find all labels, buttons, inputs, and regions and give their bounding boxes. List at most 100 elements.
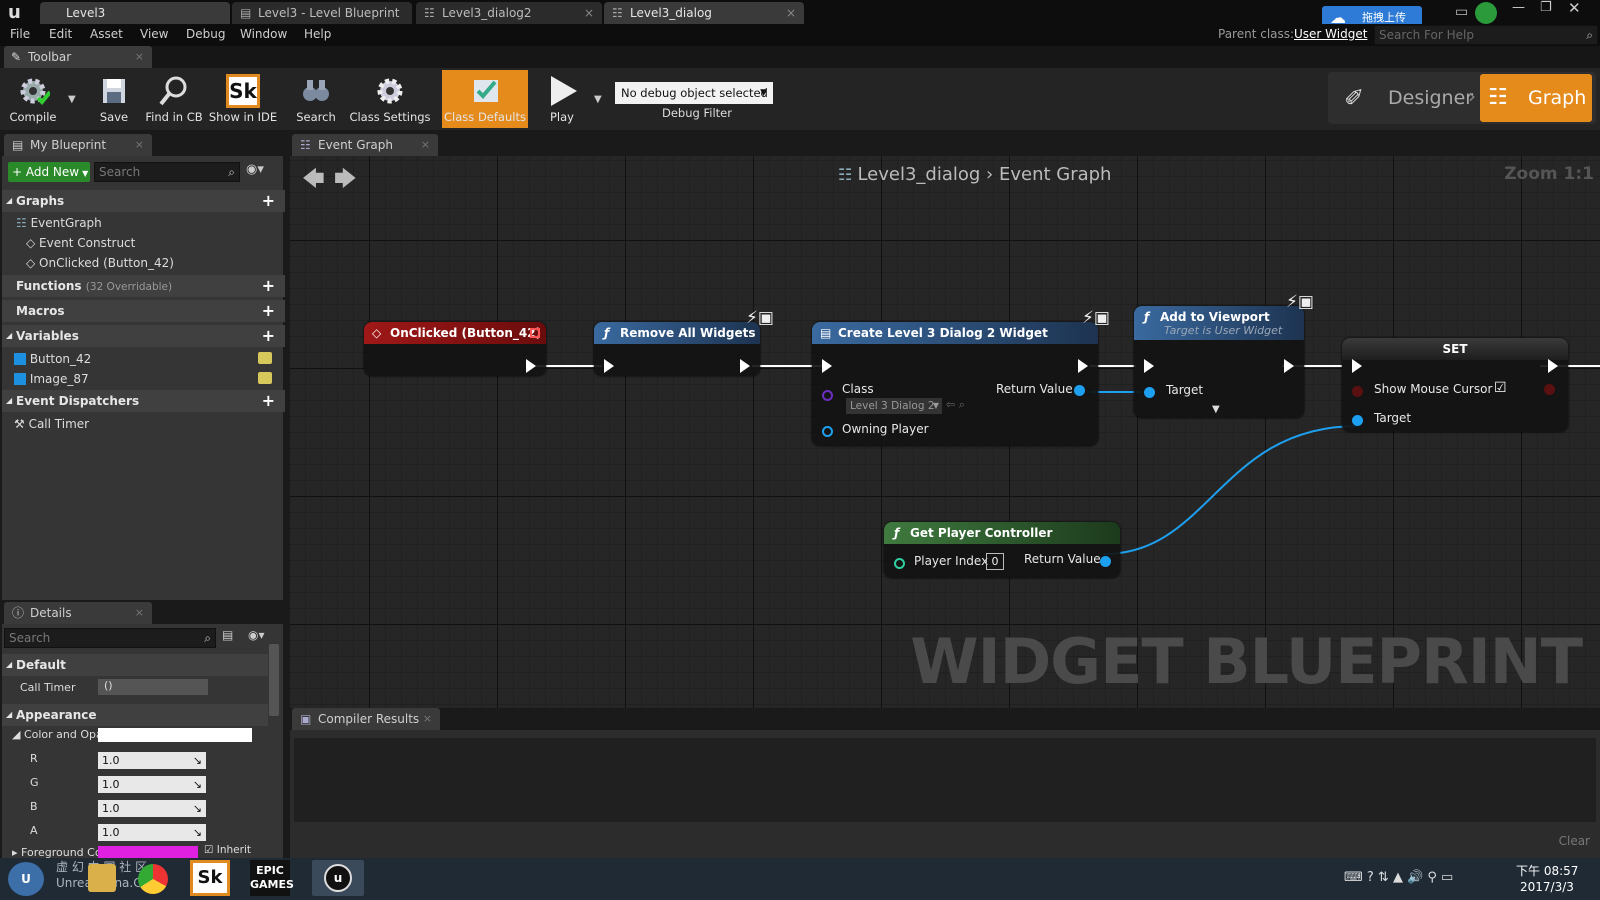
menu-edit[interactable]: Edit xyxy=(49,27,72,41)
add-macro-icon[interactable]: + xyxy=(262,300,275,322)
b-input[interactable]: 1.0 ↘ xyxy=(98,800,206,817)
checkbox-checked-icon[interactable]: ☑ xyxy=(1494,380,1507,396)
folder-app-icon[interactable] xyxy=(88,864,116,892)
color-swatch[interactable] xyxy=(98,728,252,742)
close-icon[interactable]: × xyxy=(423,708,432,730)
start-button-icon[interactable]: U xyxy=(8,862,44,896)
menu-file[interactable]: File xyxy=(10,27,30,41)
close-icon[interactable]: × xyxy=(786,2,796,24)
clock-time[interactable]: 下午 08:57 xyxy=(1516,862,1578,879)
find-in-cb-button[interactable]: Find in CB xyxy=(142,70,206,128)
tab-level3-dialog[interactable]: ☷ Level3_dialog × xyxy=(604,2,804,24)
player-index-pin[interactable] xyxy=(894,558,905,569)
section-appearance[interactable]: ◢ Appearance xyxy=(2,704,268,726)
node-remove-all-widgets[interactable]: ƒ Remove All Widgets xyxy=(594,322,760,376)
tray-icons[interactable]: ⌨ ? ⇅ ▲ 🔊 ⚲ ▭ xyxy=(1344,870,1453,885)
close-window-icon[interactable]: ✕ xyxy=(1568,0,1581,17)
sk-app-icon[interactable]: Sk xyxy=(190,860,230,896)
add-dispatcher-icon[interactable]: + xyxy=(262,390,275,412)
chrome-app-icon[interactable] xyxy=(138,864,168,894)
owning-player-pin[interactable] xyxy=(822,426,833,437)
add-variable-icon[interactable]: + xyxy=(262,325,275,347)
exec-out-pin[interactable] xyxy=(740,359,750,373)
menu-help[interactable]: Help xyxy=(304,27,331,41)
tab-compiler-results[interactable]: ▣ Compiler Results × xyxy=(292,708,440,730)
section-default[interactable]: ◢ Default xyxy=(2,654,268,676)
clear-button[interactable]: Clear xyxy=(1559,834,1590,848)
variable-image-87[interactable]: Image_87 xyxy=(14,372,89,386)
show-mouse-cursor-pin[interactable] xyxy=(1352,386,1363,397)
node-add-to-viewport[interactable]: ƒ Add to Viewport Target is User Widget … xyxy=(1134,306,1304,418)
tab-details[interactable]: ⓘ Details × xyxy=(4,602,152,624)
target-pin[interactable] xyxy=(1144,387,1155,398)
maximize-icon[interactable]: ❐ xyxy=(1540,0,1552,15)
tab-level3-dialog2[interactable]: ☷ Level3_dialog2 × xyxy=(416,2,602,24)
close-icon[interactable]: × xyxy=(135,46,144,68)
unreal-app-button[interactable]: u xyxy=(312,860,364,896)
exec-in-pin[interactable] xyxy=(604,359,614,373)
return-value-pin[interactable] xyxy=(1100,556,1111,567)
exec-in-pin[interactable] xyxy=(1352,359,1362,373)
node-create-widget[interactable]: ▤ Create Level 3 Dialog 2 Widget Class L… xyxy=(812,322,1098,446)
node-get-player-controller[interactable]: ƒ Get Player Controller Player Index 0 R… xyxy=(884,522,1120,578)
foreground-swatch[interactable] xyxy=(98,846,198,858)
node-set[interactable]: SET Show Mouse Cursor ☑ Target xyxy=(1342,338,1568,432)
exec-out-pin[interactable] xyxy=(1284,359,1294,373)
menu-window[interactable]: Window xyxy=(240,27,287,41)
exec-out-pin[interactable] xyxy=(1548,359,1558,373)
target-pin[interactable] xyxy=(1352,415,1363,426)
variable-button-42[interactable]: Button_42 xyxy=(14,352,91,366)
return-value-pin[interactable] xyxy=(1074,385,1085,396)
section-functions[interactable]: Functions (32 Overridable) + xyxy=(2,275,285,297)
call-timer-field[interactable]: () xyxy=(98,679,208,695)
a-input[interactable]: 1.0 ↘ xyxy=(98,824,206,841)
dispatcher-call-timer[interactable]: ⚒ Call Timer xyxy=(14,417,89,431)
search-button[interactable]: Search xyxy=(286,70,346,128)
exec-out-pin[interactable] xyxy=(526,359,536,373)
class-pin[interactable] xyxy=(822,390,833,401)
parent-class-link[interactable]: User Widget xyxy=(1294,27,1367,41)
tree-item-eventgraph[interactable]: ☷ EventGraph xyxy=(16,216,102,230)
save-button[interactable]: Save xyxy=(86,70,142,128)
section-event-dispatchers[interactable]: ◢ Event Dispatchers + xyxy=(2,390,285,412)
compile-button[interactable]: Compile xyxy=(4,70,62,128)
r-input[interactable]: 1.0 ↘ xyxy=(98,752,206,769)
tree-item-event-construct[interactable]: ◇ Event Construct xyxy=(26,236,135,250)
expand-arrow-icon[interactable]: ▼ xyxy=(1212,404,1220,415)
blueprint-search-input[interactable]: Search ⌕ xyxy=(94,162,240,182)
exec-in-pin[interactable] xyxy=(1144,359,1154,373)
eye-icon[interactable]: ◉▾ xyxy=(248,628,265,642)
player-index-input[interactable]: 0 xyxy=(986,553,1004,570)
compile-options-icon[interactable]: ▼ xyxy=(68,94,76,105)
details-search-input[interactable]: Search ⌕ xyxy=(4,628,216,648)
visibility-eye-icon[interactable] xyxy=(258,352,272,364)
output-delegate-icon[interactable] xyxy=(530,328,540,338)
add-function-icon[interactable]: + xyxy=(262,275,275,297)
class-defaults-button[interactable]: Class Defaults xyxy=(442,70,528,128)
close-icon[interactable]: × xyxy=(135,134,144,156)
list-view-icon[interactable]: ▤ xyxy=(222,628,233,642)
status-icon[interactable] xyxy=(1475,2,1497,24)
help-search-input[interactable]: Search For Help ⌕ xyxy=(1374,25,1598,45)
add-new-button[interactable]: + Add New ▼ xyxy=(8,162,90,182)
debug-object-select[interactable]: No debug object selected ▼ xyxy=(615,82,773,104)
epic-games-app-icon[interactable]: EPIC GAMES xyxy=(250,860,294,896)
close-icon[interactable]: × xyxy=(421,134,430,156)
play-options-icon[interactable]: ▼ xyxy=(594,94,602,105)
tree-item-onclicked[interactable]: ◇ OnClicked (Button_42) xyxy=(26,256,174,270)
output-bool-pin[interactable] xyxy=(1544,384,1555,395)
visibility-eye-icon[interactable] xyxy=(258,372,272,384)
close-icon[interactable]: × xyxy=(584,2,594,24)
tab-event-graph[interactable]: ☷ Event Graph × xyxy=(292,134,438,156)
play-button[interactable]: Play xyxy=(536,70,588,128)
section-macros[interactable]: Macros + xyxy=(2,300,285,322)
menu-asset[interactable]: Asset xyxy=(90,27,123,41)
tab-my-blueprint[interactable]: ▤ My Blueprint × xyxy=(4,134,152,156)
g-input[interactable]: 1.0 ↘ xyxy=(98,776,206,793)
menu-debug[interactable]: Debug xyxy=(186,27,225,41)
browse-icon[interactable]: ⇦ ⌕ xyxy=(946,398,965,412)
show-in-ide-button[interactable]: Sk Show in IDE xyxy=(208,70,278,128)
eye-icon[interactable]: ◉▾ xyxy=(246,162,264,177)
class-settings-button[interactable]: Class Settings xyxy=(348,70,432,128)
inherit-checkbox[interactable]: ☑ Inherit xyxy=(204,844,251,856)
